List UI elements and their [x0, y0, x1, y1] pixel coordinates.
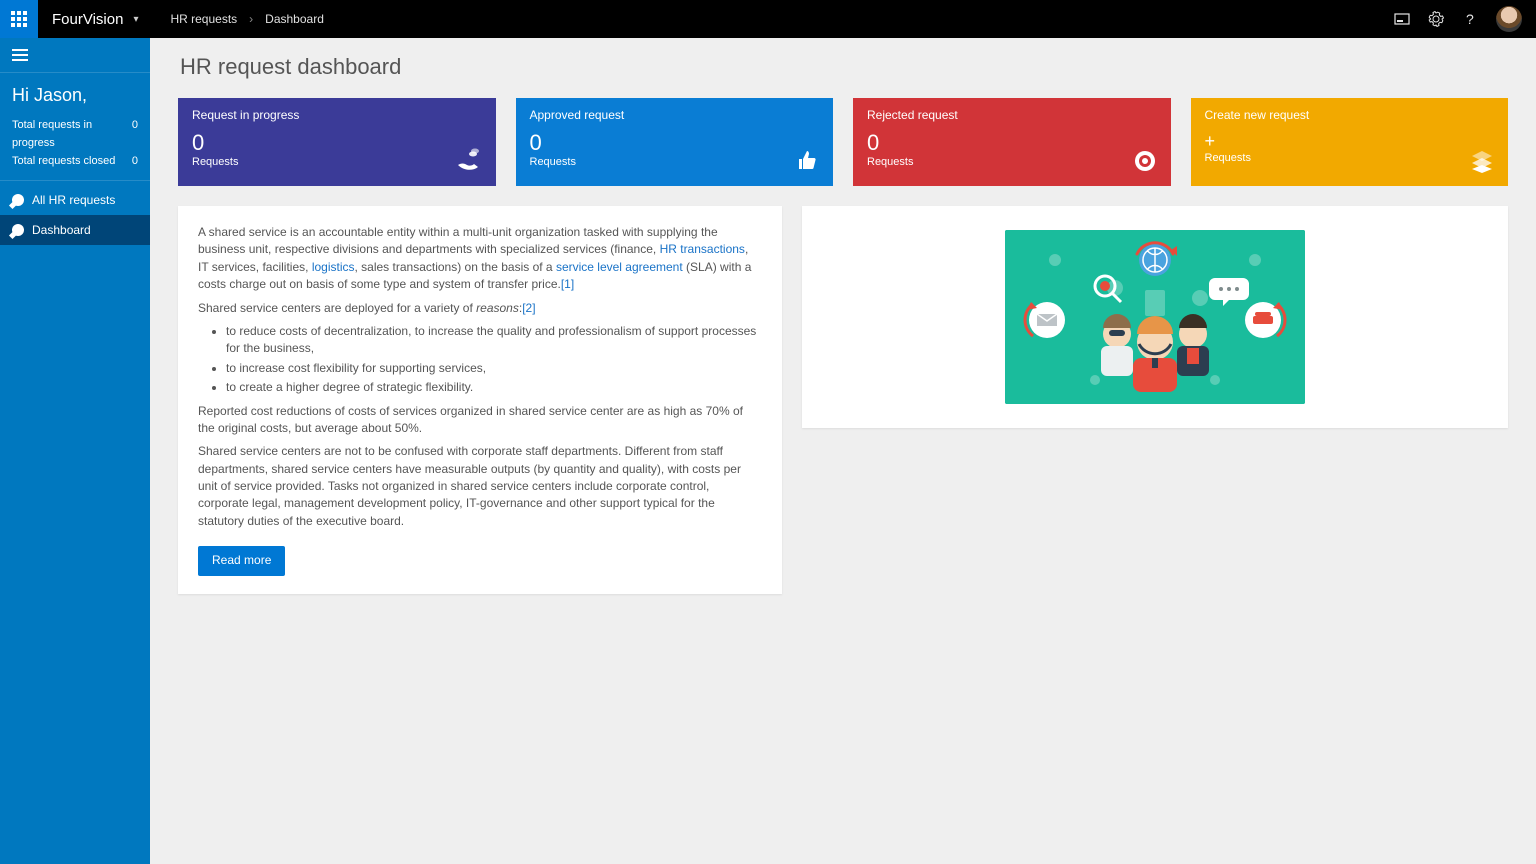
tile-rejected[interactable]: Rejected request 0 Requests: [853, 98, 1171, 186]
tile-value: 0: [530, 132, 820, 154]
info-bullets: to reduce costs of decentralization, to …: [226, 323, 762, 397]
info-card: A shared service is an accountable entit…: [178, 206, 782, 594]
tile-title: Create new request: [1205, 108, 1495, 122]
tile-value: 0: [867, 132, 1157, 154]
coins-hand-icon: [456, 147, 482, 176]
page-title: HR request dashboard: [180, 54, 1508, 80]
stack-icon: [1470, 149, 1494, 176]
breadcrumb-item[interactable]: HR requests: [170, 12, 237, 26]
brand-label: FourVision: [52, 11, 123, 28]
link-ref2[interactable]: [2]: [522, 301, 535, 315]
tile-approved[interactable]: Approved request 0 Requests: [516, 98, 834, 186]
list-item: to reduce costs of decentralization, to …: [226, 323, 762, 358]
topbar: FourVision ▾ HR requests › Dashboard ?: [0, 0, 1536, 38]
sidebar-item-dashboard[interactable]: Dashboard: [0, 215, 150, 245]
task-recorder-icon[interactable]: [1394, 11, 1410, 27]
gear-icon[interactable]: [1428, 11, 1444, 27]
sidebar-nav: All HR requests Dashboard: [0, 181, 150, 245]
stat-label: Total requests in progress: [12, 116, 132, 152]
tiles-row: Request in progress 0 Requests Approved …: [178, 98, 1508, 186]
avatar[interactable]: [1496, 6, 1522, 32]
chevron-down-icon: ▾: [133, 14, 138, 25]
help-icon[interactable]: ?: [1462, 11, 1478, 27]
tile-label: Requests: [867, 156, 1157, 168]
stat-label: Total requests closed: [12, 152, 115, 170]
link-hr-transactions[interactable]: HR transactions: [660, 242, 745, 256]
stat-value: 0: [132, 152, 138, 170]
content-row: A shared service is an accountable entit…: [178, 206, 1508, 594]
tile-in-progress[interactable]: Request in progress 0 Requests: [178, 98, 496, 186]
link-ref1[interactable]: [1]: [561, 277, 574, 291]
plus-icon: +: [1205, 132, 1495, 150]
target-icon: [1133, 149, 1157, 176]
chat-icon: [12, 224, 24, 236]
read-more-button[interactable]: Read more: [198, 546, 285, 575]
svg-text:?: ?: [1466, 11, 1474, 27]
breadcrumb: HR requests › Dashboard: [152, 12, 323, 26]
tile-title: Approved request: [530, 108, 820, 122]
brand[interactable]: FourVision ▾: [38, 11, 152, 28]
info-paragraph: A shared service is an accountable entit…: [198, 224, 762, 294]
sidebar-item-all-hr-requests[interactable]: All HR requests: [0, 185, 150, 215]
topbar-actions: ?: [1394, 6, 1536, 32]
sidebar-item-label: All HR requests: [32, 193, 115, 207]
tile-value: 0: [192, 132, 482, 154]
hamburger-icon: [12, 54, 28, 56]
link-sla[interactable]: service level agreement: [556, 260, 683, 274]
thumbs-up-icon: [795, 149, 819, 176]
sidebar: Hi Jason, Total requests in progress 0 T…: [0, 38, 150, 864]
tile-label: Requests: [192, 156, 482, 168]
info-paragraph: Reported cost reductions of costs of ser…: [198, 403, 762, 438]
tile-title: Rejected request: [867, 108, 1157, 122]
app-launcher[interactable]: [0, 0, 38, 38]
shared-service-illustration: [1005, 230, 1305, 404]
stat-value: 0: [132, 116, 138, 152]
tile-label: Requests: [530, 156, 820, 168]
main: HR request dashboard Request in progress…: [150, 38, 1536, 864]
list-item: to increase cost flexibility for support…: [226, 360, 762, 377]
stat-row: Total requests in progress 0: [12, 116, 138, 152]
sidebar-toggle[interactable]: [0, 38, 150, 73]
waffle-icon: [11, 11, 27, 27]
greeting: Hi Jason,: [0, 73, 150, 112]
sidebar-item-label: Dashboard: [32, 223, 91, 237]
breadcrumb-item[interactable]: Dashboard: [265, 12, 324, 26]
info-paragraph: Shared service centers are deployed for …: [198, 300, 762, 317]
link-logistics[interactable]: logistics: [312, 260, 355, 274]
list-item: to create a higher degree of strategic f…: [226, 379, 762, 396]
breadcrumb-separator: ›: [249, 12, 253, 26]
illustration-card: [802, 206, 1508, 428]
tile-title: Request in progress: [192, 108, 482, 122]
tile-label: Requests: [1205, 152, 1495, 164]
chat-icon: [12, 194, 24, 206]
sidebar-stats: Total requests in progress 0 Total reque…: [0, 112, 150, 181]
tile-create-request[interactable]: Create new request + Requests: [1191, 98, 1509, 186]
stat-row: Total requests closed 0: [12, 152, 138, 170]
info-paragraph: Shared service centers are not to be con…: [198, 443, 762, 530]
